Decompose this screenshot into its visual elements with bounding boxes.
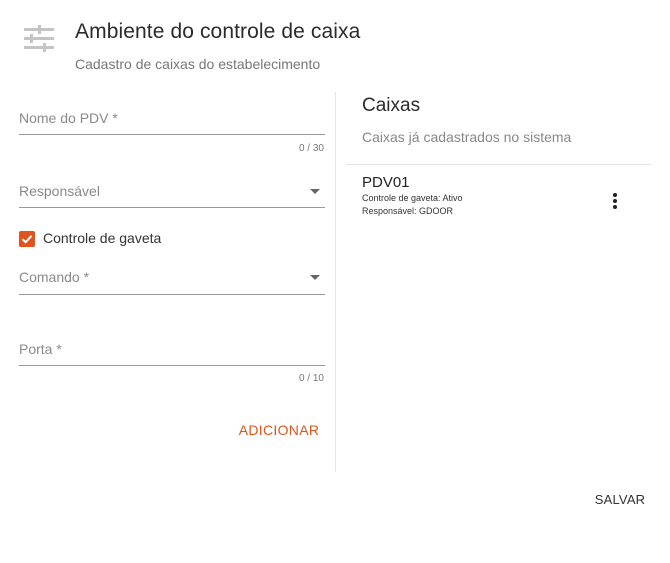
check-icon — [21, 235, 33, 244]
caixa-name: PDV01 — [362, 174, 410, 191]
caixas-subtitle: Caixas já cadastrados no sistema — [362, 129, 572, 145]
porta-label: Porta * — [19, 341, 62, 357]
caixa-responsavel: Responsável: GDOOR — [362, 206, 454, 216]
controle-gaveta-checkbox[interactable] — [19, 231, 35, 247]
pdv-name-label: Nome do PDV * — [19, 110, 118, 126]
pdv-name-counter: 0 / 30 — [298, 143, 324, 154]
save-button[interactable]: SALVAR — [590, 488, 650, 510]
add-button[interactable]: ADICIONAR — [234, 418, 324, 442]
comando-underline — [19, 294, 325, 295]
porta-counter: 0 / 10 — [298, 373, 324, 384]
page-title: Ambiente do controle de caixa — [75, 20, 361, 43]
porta-underline — [19, 365, 325, 366]
controle-gaveta-label[interactable]: Controle de gaveta — [43, 230, 161, 246]
chevron-down-icon — [310, 275, 320, 280]
page-subtitle: Cadastro de caixas do estabelecimento — [75, 56, 321, 72]
more-vert-icon — [613, 193, 617, 209]
panel-divider — [335, 92, 336, 472]
list-divider — [346, 164, 651, 165]
tune-sliders-icon — [23, 22, 55, 54]
responsavel-underline — [19, 207, 325, 208]
caixa-gaveta-status: Controle de gaveta: Ativo — [362, 193, 463, 203]
more-options-button[interactable] — [604, 190, 626, 212]
responsavel-label: Responsável — [19, 183, 100, 199]
caixas-title: Caixas — [362, 95, 421, 116]
comando-label: Comando * — [19, 269, 90, 285]
pdv-name-underline — [19, 134, 325, 135]
chevron-down-icon — [310, 189, 320, 194]
